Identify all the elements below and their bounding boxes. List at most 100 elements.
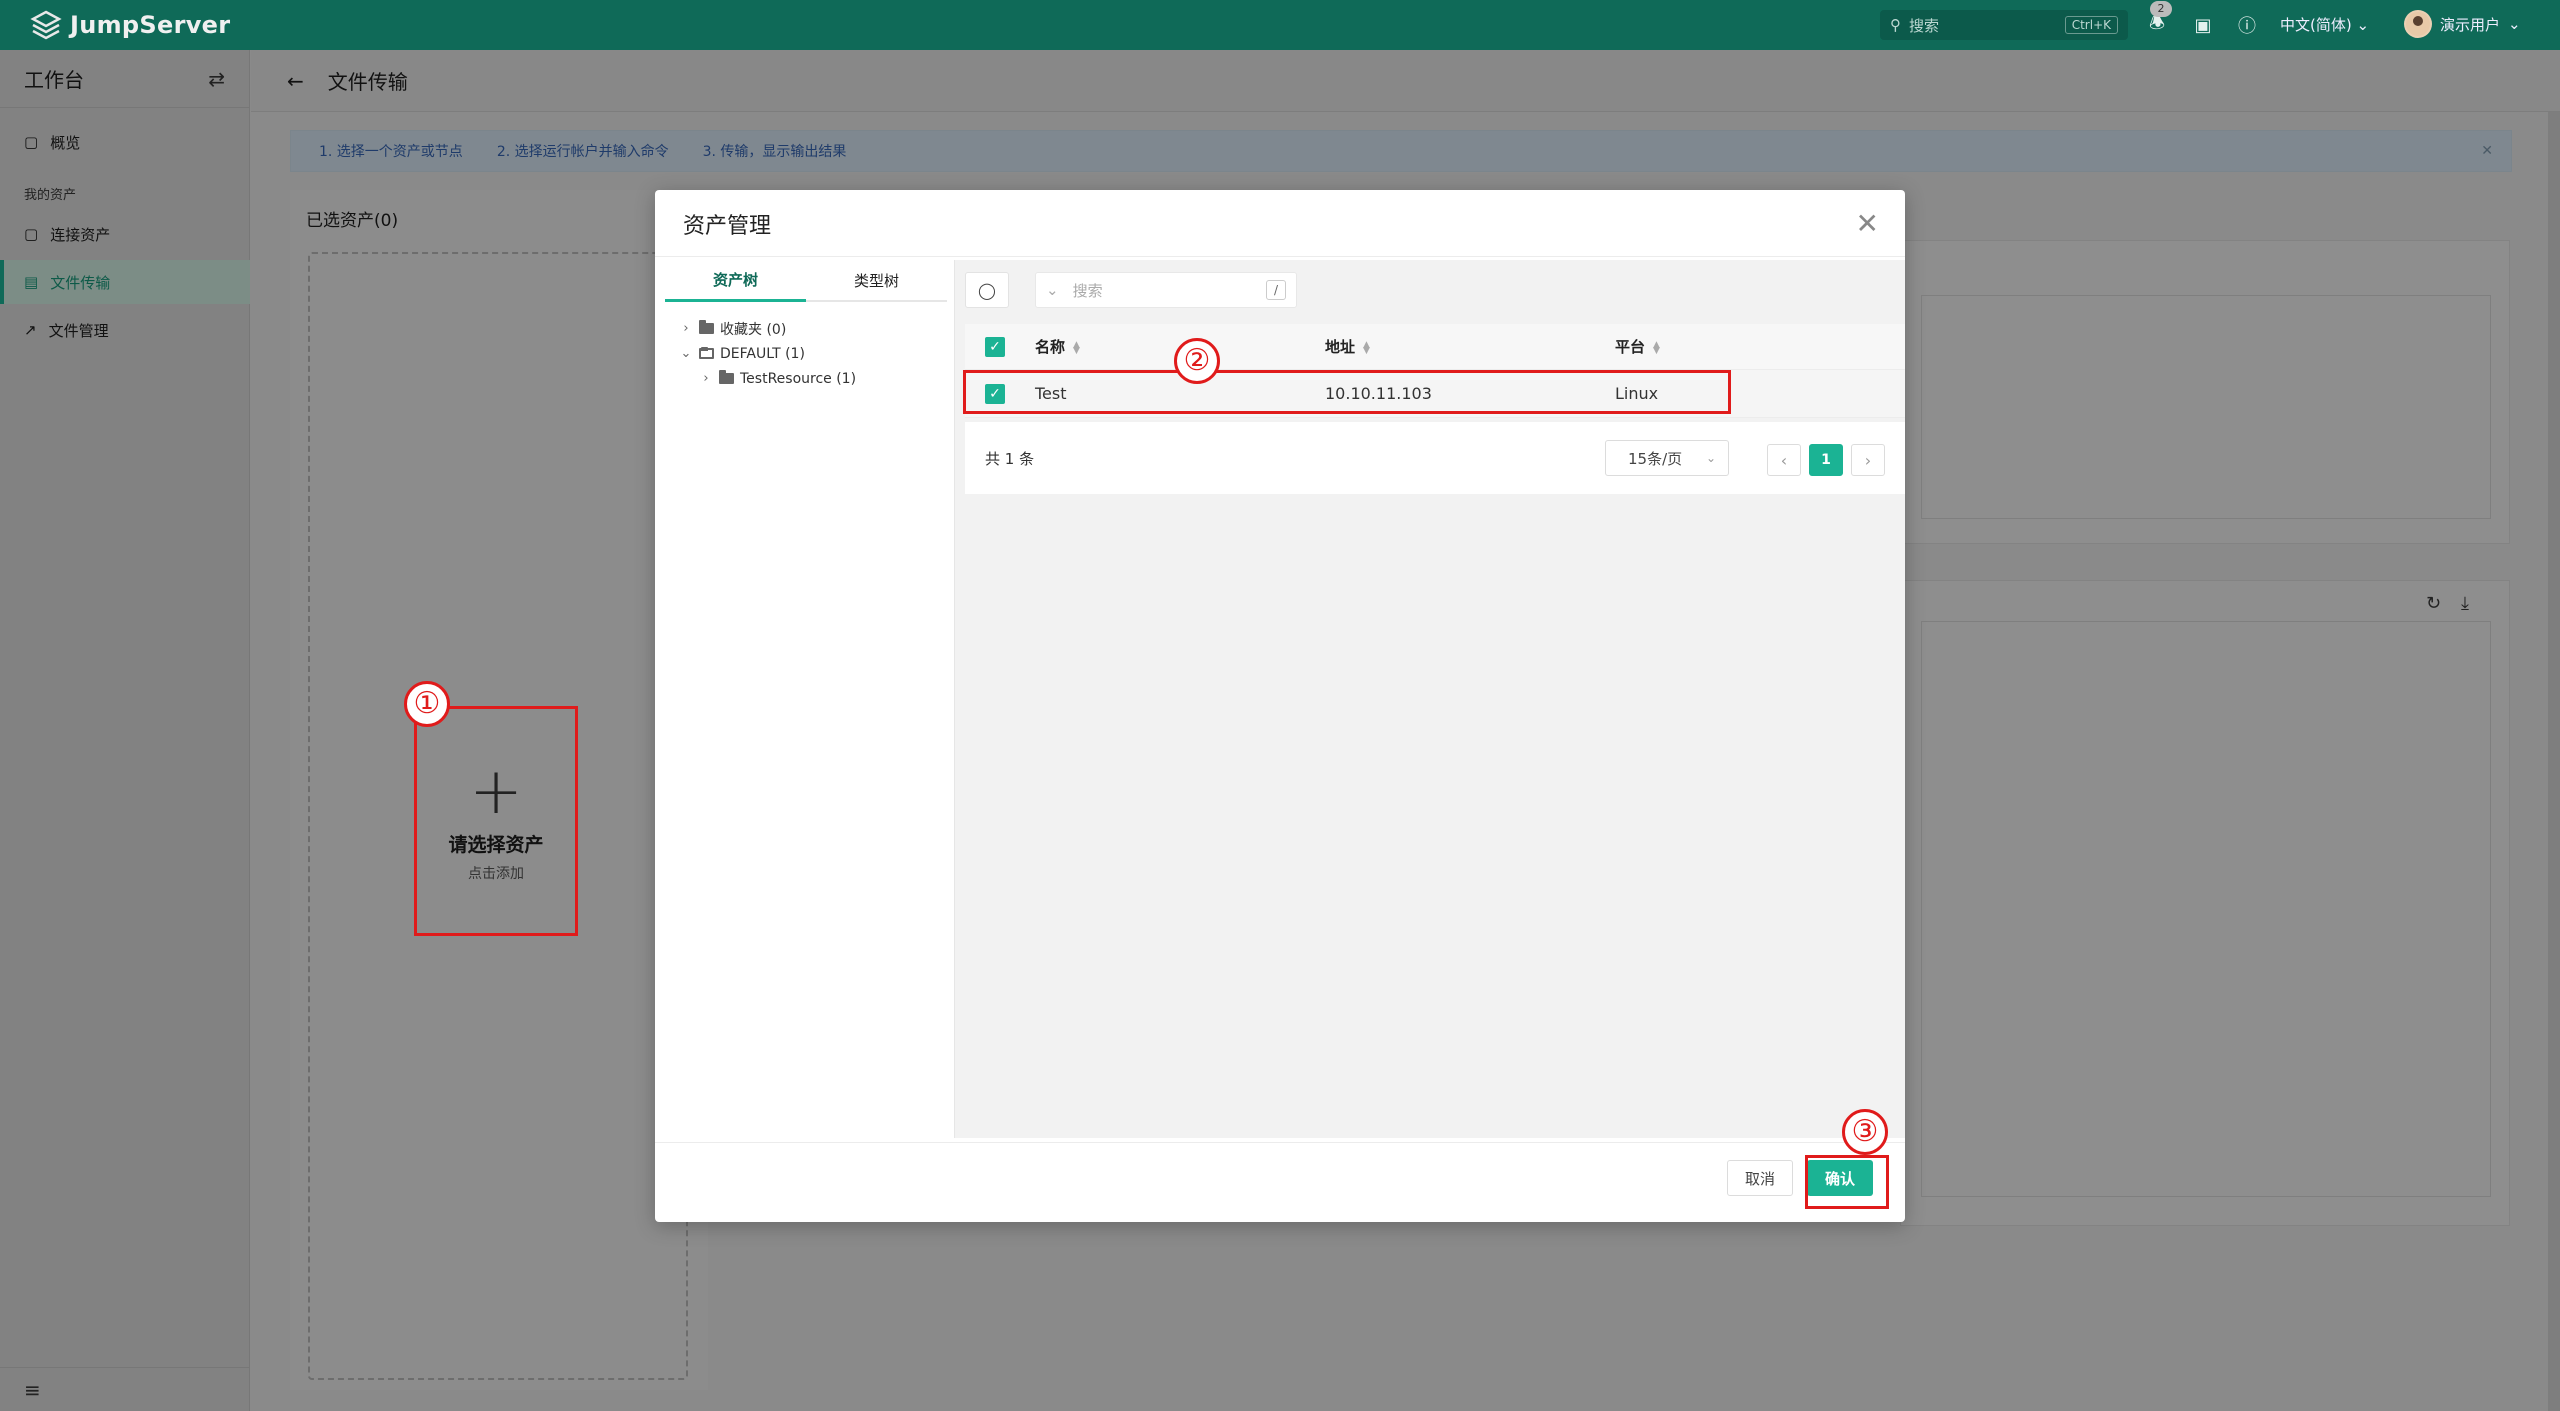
plus-icon: + bbox=[469, 754, 523, 829]
tree-node-label: DEFAULT (1) bbox=[720, 345, 805, 362]
command-panel bbox=[1900, 240, 2510, 544]
refresh-icon[interactable]: ↻ bbox=[2426, 593, 2441, 614]
chevron-right-icon[interactable]: › bbox=[699, 371, 713, 386]
folder-icon bbox=[719, 370, 734, 384]
next-page-button[interactable]: › bbox=[1851, 444, 1885, 476]
step-3: 3. 传输，显示输出结果 bbox=[702, 144, 847, 160]
sidebar-group-label: 我的资产 bbox=[24, 188, 77, 203]
tag-icon: ◯ bbox=[978, 280, 996, 300]
user-menu[interactable]: 演示用户 ⌄ bbox=[2404, 10, 2521, 38]
download-icon[interactable]: ⤓ bbox=[2461, 593, 2469, 614]
pagination: 共 1 条 15条/页 ⌄ ‹ 1 › bbox=[965, 422, 1905, 494]
select-all-checkbox[interactable]: ✓ bbox=[985, 336, 1005, 357]
tree-tabs: 资产树 类型树 bbox=[665, 260, 947, 302]
asset-management-dialog: 资产管理 ✕ 资产树 类型树 › 收藏夹 (0) ⌄ DEFAULT (1) ›… bbox=[655, 190, 1905, 1222]
file-icon: ▤ bbox=[24, 273, 39, 291]
tab-type-tree[interactable]: 类型树 bbox=[806, 260, 947, 300]
step-2: 2. 选择运行帐户并输入命令 bbox=[496, 144, 669, 160]
close-icon[interactable]: ✕ bbox=[2481, 143, 2493, 159]
tree-node-default[interactable]: ⌄ DEFAULT (1) bbox=[665, 341, 947, 366]
table-toolbar: ◯ ⌄ 搜索 / bbox=[965, 272, 1297, 308]
chevron-down-icon: ⌄ bbox=[1046, 281, 1059, 299]
app-name: JumpServer bbox=[70, 11, 231, 39]
output-panel: ↻ ⤓ bbox=[1900, 580, 2510, 1226]
username: 演示用户 bbox=[2440, 15, 2501, 34]
divider bbox=[655, 256, 1905, 257]
close-icon[interactable]: ✕ bbox=[1856, 210, 1879, 238]
asset-tree: › 收藏夹 (0) ⌄ DEFAULT (1) › TestResource (… bbox=[665, 316, 947, 391]
output-area bbox=[1921, 621, 2491, 1197]
tree-node-label: 收藏夹 (0) bbox=[720, 321, 787, 338]
back-arrow-icon[interactable]: ← bbox=[287, 69, 304, 93]
selected-assets-title: 已选资产(0) bbox=[306, 211, 399, 231]
cancel-button[interactable]: 取消 bbox=[1727, 1160, 1793, 1196]
tree-node-label: TestResource (1) bbox=[740, 370, 857, 387]
steps-alert: 1. 选择一个资产或节点 2. 选择运行帐户并输入命令 3. 传输，显示输出结果… bbox=[290, 130, 2512, 172]
add-asset-button[interactable]: + 请选择资产 点击添加 bbox=[414, 706, 578, 936]
prev-page-button[interactable]: ‹ bbox=[1767, 444, 1801, 476]
table-header: ✓ 名称 ▲ ▼ 地址 ▲ ▼ 平台 ▲ ▼ bbox=[965, 324, 1905, 370]
step-1: 1. 选择一个资产或节点 bbox=[319, 144, 463, 160]
language-selector[interactable]: 中文(简体) ⌄ bbox=[2280, 14, 2369, 35]
page-title: 文件传输 bbox=[327, 70, 408, 94]
highlight-box-row bbox=[963, 370, 1731, 414]
swap-icon[interactable]: ⇄ bbox=[208, 67, 225, 91]
collapse-menu-icon[interactable]: ≡ bbox=[0, 1367, 250, 1411]
notification-badge: 2 bbox=[2150, 1, 2172, 17]
sidebar-item-label: 连接资产 bbox=[50, 225, 111, 244]
asset-search-input[interactable]: ⌄ 搜索 / bbox=[1035, 272, 1297, 308]
sidebar-title: 工作台 bbox=[24, 68, 84, 92]
chevron-down-icon[interactable]: ⌄ bbox=[679, 346, 693, 361]
annotation-marker-1: ① bbox=[404, 681, 450, 727]
sidebar-header: 工作台 ⇄ bbox=[0, 50, 249, 108]
global-search-input[interactable]: ⚲ 搜索 Ctrl+K bbox=[1880, 10, 2128, 40]
column-header-address[interactable]: 地址 ▲ ▼ bbox=[1325, 336, 1615, 357]
search-shortcut-badge: / bbox=[1266, 280, 1286, 300]
sidebar-item-label: 文件传输 bbox=[50, 273, 111, 292]
sidebar-item-connect-assets[interactable]: ▢ 连接资产 bbox=[0, 212, 250, 256]
sidebar-item-overview[interactable]: ▢ 概览 bbox=[0, 120, 250, 164]
help-icon[interactable]: ⓘ bbox=[2234, 12, 2260, 38]
monitor-icon: ▢ bbox=[24, 225, 39, 243]
sort-icon[interactable]: ▲ ▼ bbox=[1363, 340, 1370, 355]
add-asset-title: 请选择资产 bbox=[448, 833, 544, 856]
sidebar-item-label: 文件管理 bbox=[48, 321, 109, 340]
page-scrollbar[interactable] bbox=[2548, 112, 2560, 1411]
chevron-right-icon[interactable]: › bbox=[679, 321, 693, 336]
sort-icon[interactable]: ▲ ▼ bbox=[1653, 340, 1660, 355]
monitor-icon: ▢ bbox=[24, 133, 39, 151]
folder-icon bbox=[699, 320, 714, 334]
chevron-down-icon: ⌄ bbox=[1705, 451, 1716, 465]
tag-filter-button[interactable]: ◯ bbox=[965, 272, 1009, 308]
page-size-select[interactable]: 15条/页 ⌄ bbox=[1605, 440, 1729, 476]
tree-node-favorites[interactable]: › 收藏夹 (0) bbox=[665, 316, 947, 341]
sidebar-item-label: 概览 bbox=[50, 133, 81, 152]
external-link-icon: ↗ bbox=[24, 321, 37, 339]
search-placeholder: 搜索 bbox=[1909, 16, 1940, 35]
dialog-title: 资产管理 bbox=[683, 214, 772, 239]
asset-tree-pane: 资产树 类型树 › 收藏夹 (0) ⌄ DEFAULT (1) › TestRe… bbox=[665, 260, 955, 1138]
tab-asset-tree[interactable]: 资产树 bbox=[665, 260, 806, 302]
search-shortcut-badge: Ctrl+K bbox=[2064, 16, 2118, 34]
chevron-down-icon: ⌄ bbox=[2508, 15, 2521, 33]
search-placeholder: 搜索 bbox=[1072, 281, 1103, 300]
top-bar: JumpServer ⚲ 搜索 Ctrl+K 🕭 2 ▣ ⓘ 中文(简体) ⌄ … bbox=[0, 0, 2560, 50]
highlight-box-confirm bbox=[1805, 1155, 1889, 1209]
message-icon[interactable]: ▣ bbox=[2190, 12, 2216, 38]
annotation-marker-3: ③ bbox=[1842, 1109, 1888, 1155]
folder-open-icon bbox=[699, 347, 714, 359]
annotation-marker-2: ② bbox=[1174, 338, 1220, 384]
sidebar-item-file-transfer[interactable]: ▤ 文件传输 bbox=[0, 260, 250, 304]
search-icon: ⚲ bbox=[1890, 16, 1901, 34]
tree-node-testresource[interactable]: › TestResource (1) bbox=[665, 366, 947, 391]
page-number-button[interactable]: 1 bbox=[1809, 444, 1843, 476]
column-header-platform[interactable]: 平台 ▲ ▼ bbox=[1615, 336, 1905, 357]
jumpserver-logo-icon bbox=[30, 10, 62, 40]
sort-icon[interactable]: ▲ ▼ bbox=[1073, 340, 1080, 355]
app-logo[interactable]: JumpServer bbox=[30, 9, 230, 41]
command-area bbox=[1921, 295, 2491, 519]
sidebar-item-file-management[interactable]: ↗ 文件管理 bbox=[0, 308, 250, 352]
sidebar: 工作台 ⇄ ▢ 概览 我的资产 ▢ 连接资产 ▤ 文件传输 ↗ 文件管理 ≡ bbox=[0, 50, 250, 1411]
total-count: 共 1 条 bbox=[985, 449, 1035, 468]
page-header: ← 文件传输 bbox=[251, 50, 2560, 112]
